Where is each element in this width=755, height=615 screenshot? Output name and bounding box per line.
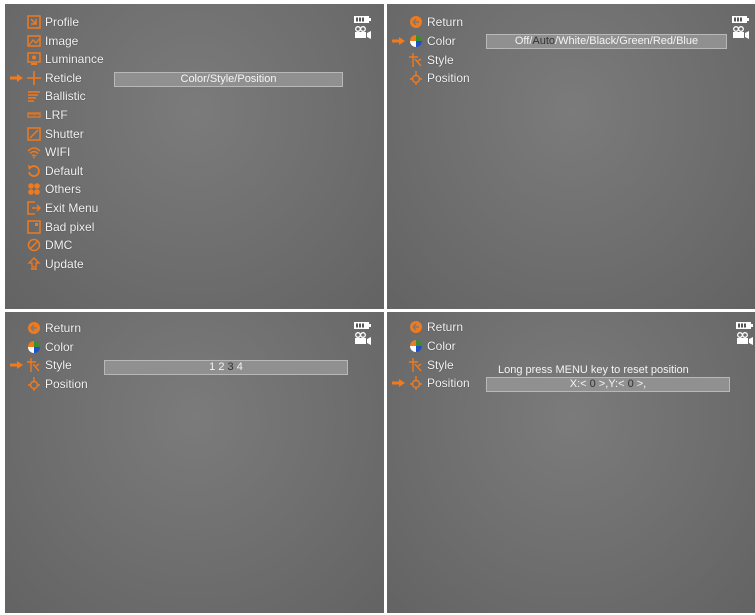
battery-icon <box>736 322 753 329</box>
position-icon <box>27 376 41 391</box>
menu-item-label: DMC <box>45 238 73 253</box>
color-option-after: /White/Black/Green/Red/Blue <box>555 35 699 47</box>
style-icon <box>27 358 40 373</box>
selection-arrow-icon <box>10 361 23 370</box>
shutter-icon <box>27 126 41 141</box>
menu-item-label: Exit Menu <box>45 201 99 215</box>
menu-item-label: Bad pixel <box>45 219 95 234</box>
luminance-icon <box>27 52 41 66</box>
menu-panel-main: Profile Image Luminance Reticle Ballistic LRF… <box>5 4 384 309</box>
menu-item-label: Position <box>427 376 470 391</box>
color-icon <box>28 340 40 353</box>
color-option-selected: Auto <box>532 35 556 47</box>
menu-item-label: Return <box>427 320 464 334</box>
status-icons <box>354 322 372 346</box>
color-icon <box>410 339 422 352</box>
menu-item-label: Others <box>45 182 82 197</box>
wifi-icon <box>27 147 41 160</box>
menu-item-label: Ballistic <box>45 89 86 104</box>
video-record-icon <box>732 26 750 40</box>
menu-item-label: Shutter <box>45 126 84 141</box>
menu-item-label: Update <box>45 256 84 271</box>
selection-arrow-icon <box>392 379 405 388</box>
color-icon <box>410 34 422 47</box>
style-icon <box>409 357 422 372</box>
lrf-icon <box>27 112 41 118</box>
menu-item-label: Color <box>427 338 456 353</box>
video-record-icon <box>354 26 372 40</box>
exit-icon <box>27 201 41 215</box>
status-icons <box>732 16 750 40</box>
battery-icon <box>354 16 371 23</box>
menu-item-label: Style <box>427 52 454 67</box>
menu-item-label: Default <box>45 163 84 178</box>
menu-panel-style: Return Color Style Position 1 2 3 4 <box>5 312 384 613</box>
style-option-before: 1 2 <box>209 361 228 373</box>
default-icon <box>27 163 40 177</box>
reticle-submenu-text: Color/Style/Position <box>180 73 277 85</box>
menu-item-label: Profile <box>45 15 80 29</box>
position-icon <box>409 376 423 391</box>
selection-arrow-icon <box>392 36 405 45</box>
menu-item-label: Image <box>45 33 79 48</box>
position-after: >, <box>633 378 647 390</box>
menu-item-label: Return <box>427 15 464 29</box>
reset-position-hint: Long press MENU key to reset position <box>498 364 689 376</box>
return-icon <box>409 15 423 29</box>
return-icon <box>409 320 423 334</box>
menu-item-label: WIFI <box>45 145 71 160</box>
battery-icon <box>354 322 371 329</box>
menu-item-label: Color <box>427 33 456 48</box>
bad-pixel-icon <box>27 219 41 234</box>
others-icon <box>28 183 40 196</box>
menu-item-label: Reticle <box>45 70 82 85</box>
color-option-before: Off/ <box>514 35 533 47</box>
battery-icon <box>732 16 749 23</box>
update-icon <box>28 257 40 270</box>
dmc-icon <box>27 238 41 252</box>
status-icons <box>736 322 754 346</box>
return-icon <box>27 321 41 335</box>
position-mid: >,Y:< <box>595 378 628 390</box>
style-options-bar[interactable]: 1 2 3 4 <box>104 360 348 375</box>
menu-item-label: Return <box>45 321 82 335</box>
ballistic-icon <box>27 91 41 103</box>
position-x-label: X:< <box>569 378 590 390</box>
menu-panel-position: Return Color Style Position Long press MENU… <box>387 312 755 613</box>
menu-item-label: Color <box>45 339 74 354</box>
menu-item-label: Style <box>427 357 454 372</box>
style-icon <box>409 52 422 67</box>
status-icons <box>354 16 372 40</box>
menu-item-label: Luminance <box>45 52 104 67</box>
style-option-after: 4 <box>233 361 243 373</box>
image-icon <box>27 34 41 47</box>
profile-icon <box>27 15 41 29</box>
menu-panel-color: Return Color Style Position Off/Auto/White/… <box>387 4 755 309</box>
menu-item-label: LRF <box>45 108 68 122</box>
color-options-bar[interactable]: Off/Auto/White/Black/Green/Red/Blue <box>486 34 727 49</box>
selection-arrow-icon <box>10 73 23 82</box>
menu-item-label: Position <box>427 71 470 86</box>
menu-item-label: Position <box>45 376 88 391</box>
video-record-icon <box>736 332 754 346</box>
position-icon <box>409 71 423 86</box>
reticle-submenu-bar: Color/Style/Position <box>114 72 343 87</box>
position-bar[interactable]: X:< 0 >,Y:< 0 >, <box>486 377 730 392</box>
video-record-icon <box>354 332 372 346</box>
reticle-icon <box>27 70 41 85</box>
menu-item-label: Style <box>45 358 72 373</box>
